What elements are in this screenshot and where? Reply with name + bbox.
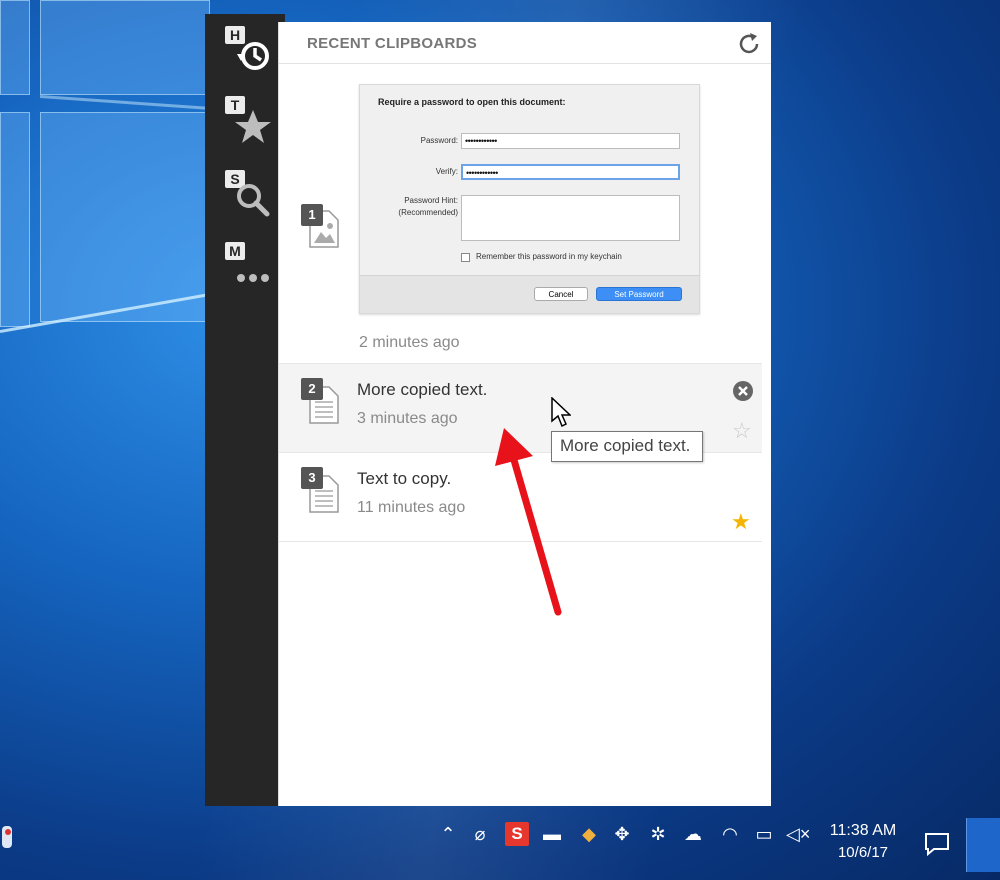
thumb-verify-label: Verify:	[435, 167, 458, 176]
power-icon[interactable]: ▭	[752, 822, 776, 846]
thumb-checkbox	[461, 253, 470, 262]
sidebar-item-search[interactable]: S	[221, 170, 277, 222]
clip-timestamp: 3 minutes ago	[357, 410, 458, 427]
delete-clip-icon[interactable]	[732, 380, 754, 402]
clock-date: 10/6/17	[837, 844, 889, 861]
panel-title: RECENT CLIPBOARDS	[307, 35, 478, 52]
show-desktop-button[interactable]	[966, 818, 1000, 872]
onedrive-icon[interactable]: ☁	[681, 822, 705, 846]
sidebar-item-starred[interactable]: T	[221, 96, 277, 148]
clip-number: 2	[301, 378, 323, 400]
search-icon	[237, 184, 270, 217]
thumb-hint-field	[461, 195, 680, 241]
start-icon[interactable]	[0, 820, 18, 854]
panel-header: RECENT CLIPBOARDS	[279, 22, 771, 64]
chevron-up-icon[interactable]: ⌃	[436, 822, 460, 846]
more-icon	[237, 274, 269, 282]
paperclip-icon[interactable]: ⌀	[468, 822, 492, 846]
clip-number: 1	[301, 204, 323, 226]
volume-muted-icon[interactable]: ◁×	[786, 822, 810, 846]
clock-time: 11:38 AM	[829, 822, 897, 839]
thumb-remember-label: Remember this password in my keychain	[476, 252, 622, 261]
system-clock[interactable]: 11:38 AM 10/6/17	[822, 822, 904, 861]
recent-clipboards-panel: RECENT CLIPBOARDS 1 Require a password t…	[278, 22, 771, 806]
color-picker-icon[interactable]: ◆	[577, 822, 601, 846]
sidebar-item-history[interactable]: H	[221, 26, 277, 78]
clip-number: 3	[301, 467, 323, 489]
thumb-set-password-button: Set Password	[596, 287, 682, 301]
history-icon	[237, 42, 269, 70]
star-icon	[235, 110, 271, 143]
thumb-password-label: Password:	[420, 136, 458, 145]
sidebar-item-more[interactable]: M	[221, 242, 277, 294]
clip-timestamp: 11 minutes ago	[357, 499, 466, 516]
snagit-icon[interactable]: S	[505, 822, 529, 846]
clip-item-1[interactable]: 1 Require a password to open this docume…	[279, 64, 762, 364]
clip-image-thumbnail: Require a password to open this document…	[359, 84, 700, 314]
clip-timestamp: 2 minutes ago	[359, 334, 460, 351]
star-toggle-icon[interactable]: ★	[731, 511, 751, 533]
thumb-password-field: ••••••••••••	[461, 133, 680, 149]
sidebar: H T S M	[205, 14, 285, 806]
clip-text: More copied text.	[357, 380, 488, 399]
thumb-verify-field: ••••••••••••	[461, 164, 680, 180]
thumb-cancel-button: Cancel	[534, 287, 588, 301]
action-center-icon[interactable]	[924, 832, 950, 856]
thumb-hint-label: Password Hint: (Recommended)	[398, 196, 458, 217]
clip-text: Text to copy.	[357, 469, 452, 488]
clipboard-manager-window: H T S M RECENT CLIPBOARDS 1 Require a pa…	[205, 14, 771, 806]
move-icon[interactable]: ✥	[610, 822, 634, 846]
wifi-icon[interactable]: ◠	[718, 822, 742, 846]
network-drive-icon[interactable]: ▬	[540, 822, 564, 846]
annotation-arrow-icon	[495, 428, 562, 616]
thumb-title: Require a password to open this document…	[378, 97, 566, 107]
refresh-icon[interactable]	[735, 30, 763, 58]
star-toggle-icon[interactable]: ☆	[732, 420, 752, 442]
gear-icon[interactable]: ✲	[646, 822, 670, 846]
